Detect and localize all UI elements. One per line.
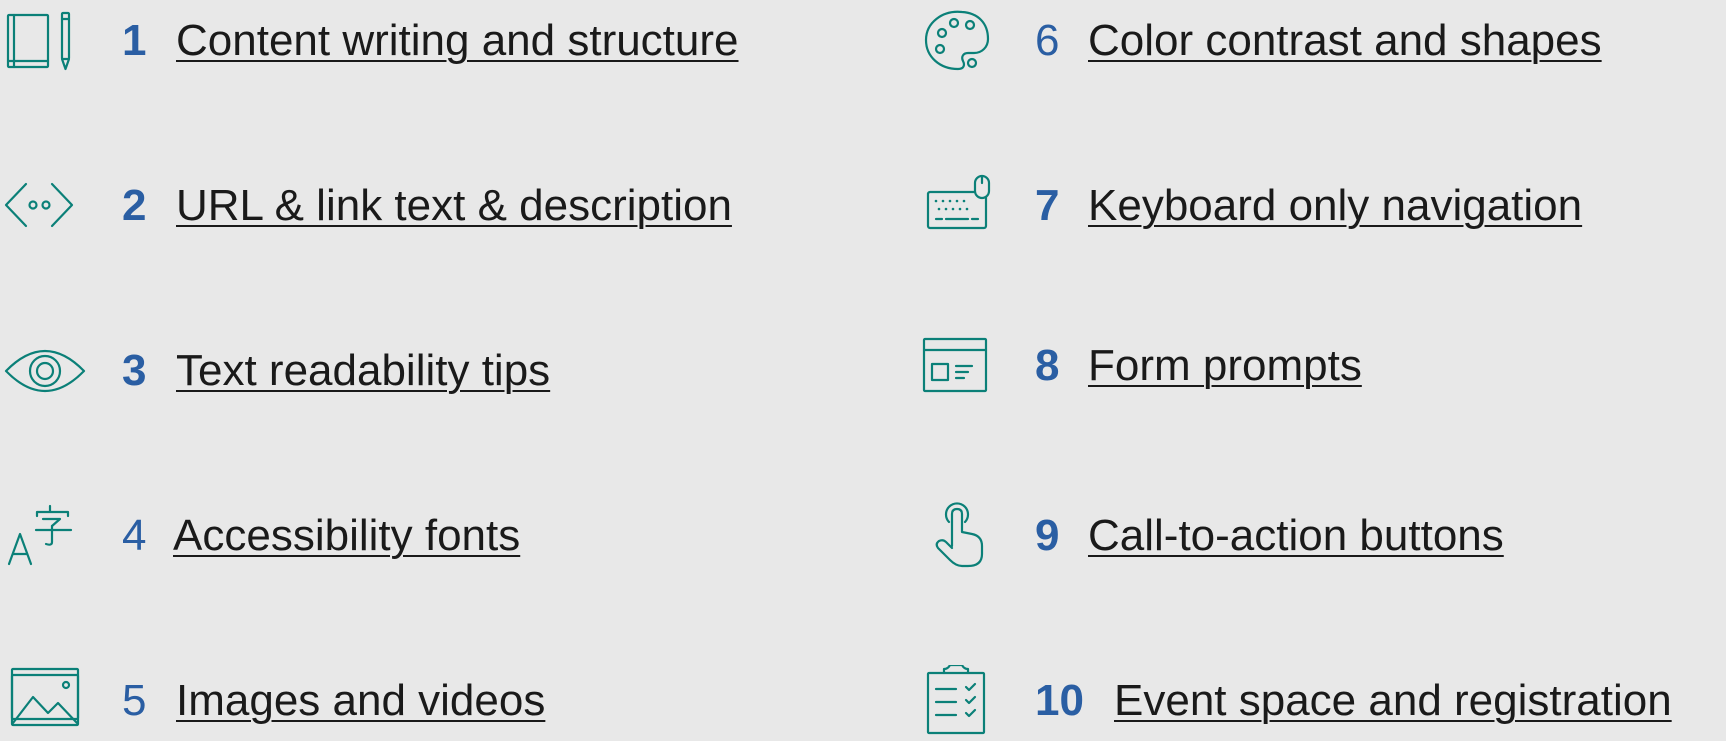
code-brackets-icon bbox=[0, 170, 90, 240]
topic-link-event-space[interactable]: Event space and registration bbox=[1114, 679, 1672, 723]
topic-link-content-writing[interactable]: Content writing and structure bbox=[176, 19, 739, 63]
topic-number: 3 bbox=[122, 346, 147, 395]
topic-link-images-videos[interactable]: Images and videos bbox=[176, 679, 545, 723]
eye-icon bbox=[0, 335, 90, 405]
topic-number: 7 bbox=[1035, 181, 1060, 230]
topic-link-form-prompts[interactable]: Form prompts bbox=[1088, 344, 1362, 388]
topic-link-keyboard-navigation[interactable]: Keyboard only navigation bbox=[1088, 184, 1582, 228]
language-font-icon bbox=[0, 500, 90, 570]
clipboard-checklist-icon bbox=[912, 665, 1002, 735]
topic-link-call-to-action[interactable]: Call-to-action buttons bbox=[1088, 514, 1504, 558]
keyboard-mouse-icon bbox=[912, 170, 1002, 240]
topic-number: 2 bbox=[122, 181, 147, 230]
form-icon bbox=[912, 330, 1002, 400]
topic-number: 1 bbox=[122, 16, 147, 65]
topic-number: 4 bbox=[122, 511, 147, 560]
topic-link-url-link-text[interactable]: URL & link text & description bbox=[176, 184, 732, 228]
palette-icon bbox=[912, 5, 1002, 75]
topic-number: 10 bbox=[1035, 676, 1084, 725]
tap-finger-icon bbox=[912, 500, 1002, 570]
topic-link-color-contrast[interactable]: Color contrast and shapes bbox=[1088, 19, 1602, 63]
topic-number: 9 bbox=[1035, 511, 1060, 560]
topic-number: 6 bbox=[1035, 16, 1060, 65]
image-gallery-icon bbox=[0, 665, 90, 735]
topic-number: 5 bbox=[122, 676, 147, 725]
topic-number: 8 bbox=[1035, 341, 1060, 390]
topic-link-accessibility-fonts[interactable]: Accessibility fonts bbox=[173, 514, 520, 558]
topic-link-text-readability[interactable]: Text readability tips bbox=[176, 349, 550, 393]
book-pencil-icon bbox=[0, 5, 90, 75]
